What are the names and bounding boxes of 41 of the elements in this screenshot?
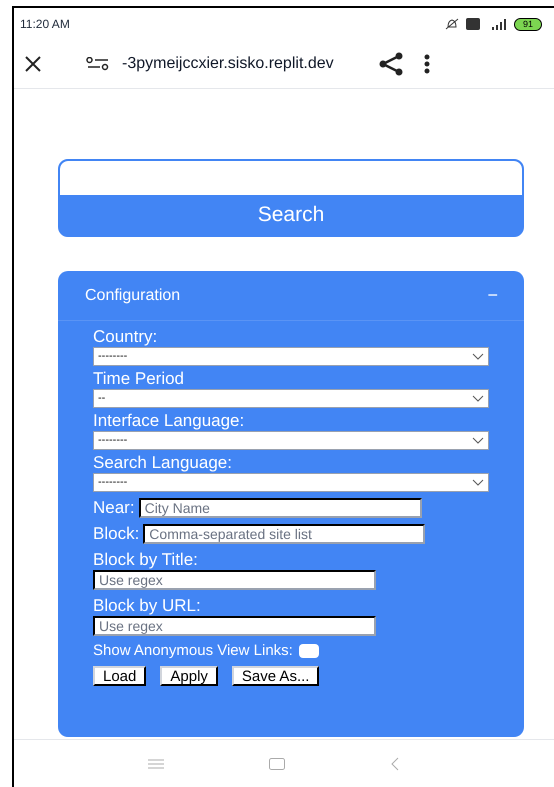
settings-icon[interactable] <box>86 57 110 71</box>
input-field[interactable]: Use regex <box>93 616 376 636</box>
form-button[interactable]: Load <box>93 666 146 686</box>
field-label: Block by Title: <box>93 550 199 570</box>
input-field[interactable]: Use regex <box>93 570 376 590</box>
panel-title: Configuration <box>85 286 180 306</box>
search-field[interactable] <box>60 161 522 195</box>
field-label: Search Language: <box>93 453 233 473</box>
back-icon[interactable] <box>390 756 400 770</box>
battery-indicator: 91 <box>514 18 542 30</box>
bell-off-icon <box>444 17 460 31</box>
field-label: Interface Language: <box>93 411 246 431</box>
dropdown-field[interactable]: -------- <box>93 347 489 366</box>
dropdown-field[interactable]: -------- <box>93 473 489 492</box>
menu-icon[interactable] <box>148 758 164 768</box>
collapse-toggle[interactable]: − <box>487 282 498 309</box>
checkbox[interactable] <box>298 644 319 658</box>
chevron-down-icon <box>472 437 484 444</box>
chevron-down-icon <box>472 395 484 402</box>
form-button[interactable]: Apply <box>160 666 218 686</box>
input-field[interactable]: Comma-separated site list <box>143 524 426 544</box>
form-button[interactable]: Save As... <box>232 666 320 686</box>
input-field[interactable]: City Name <box>138 498 422 518</box>
more-icon[interactable] <box>424 54 430 74</box>
field-label: Show Anonymous View Links: <box>93 642 293 659</box>
dropdown-field[interactable]: -- <box>93 389 489 408</box>
field-label: Time Period <box>93 369 186 389</box>
url-text[interactable]: -3pymeijccxier.sisko.replit.dev <box>122 52 334 76</box>
chevron-down-icon <box>472 479 484 486</box>
status-time: 11:20 AM <box>20 16 70 33</box>
dropdown-field[interactable]: -------- <box>93 431 489 450</box>
home-icon[interactable] <box>269 758 285 770</box>
field-label: Block by URL: <box>93 596 202 616</box>
close-icon[interactable] <box>24 55 42 73</box>
field-label: Country: <box>93 327 158 347</box>
chevron-down-icon <box>472 353 484 360</box>
share-icon[interactable] <box>378 52 404 76</box>
panel-header[interactable]: Configuration − <box>58 271 524 321</box>
search-button[interactable]: Search <box>60 195 522 235</box>
field-label: Block: <box>93 524 140 544</box>
field-label: Near: <box>93 498 135 518</box>
